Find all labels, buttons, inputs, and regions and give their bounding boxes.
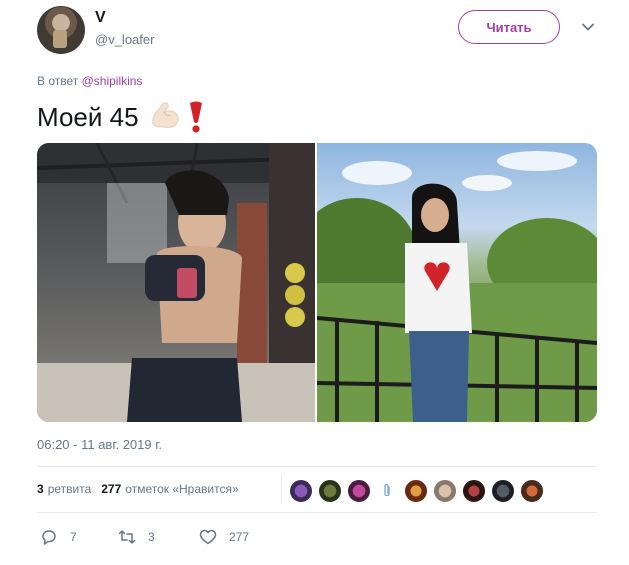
likes-stat-count: 277	[101, 482, 122, 496]
reply-count: 7	[70, 530, 77, 544]
retweets-stat-count: 3	[37, 482, 44, 496]
reply-mention-link[interactable]: @shipilkins	[82, 74, 143, 88]
liker-avatar[interactable]	[404, 479, 428, 503]
likes-stat[interactable]: 277 отметок «Нравится»	[101, 482, 238, 496]
liker-avatar[interactable]	[347, 479, 371, 503]
reply-action[interactable]: 7	[40, 528, 77, 546]
retweets-stat-label: ретвита	[47, 482, 92, 496]
engagement-stats: 3 ретвита 277 отметок «Нравится»	[37, 482, 249, 496]
gym-selfie-photo[interactable]	[37, 143, 315, 422]
reply-context: В ответ @shipilkins	[37, 74, 142, 88]
retweet-action[interactable]: 3	[118, 528, 155, 546]
liker-avatar[interactable]	[491, 479, 515, 503]
likes-stat-label: отметок «Нравится»	[125, 482, 239, 496]
flexed-biceps-icon	[151, 102, 179, 128]
heart-icon	[199, 529, 217, 545]
liker-avatar[interactable]	[462, 479, 486, 503]
liker-avatar[interactable]	[318, 479, 342, 503]
liker-avatar[interactable]	[289, 479, 313, 503]
divider-top	[37, 466, 597, 467]
reply-prefix: В ответ	[37, 74, 79, 88]
stats-separator	[281, 474, 282, 504]
paperclip-icon	[384, 483, 390, 497]
tweet-text: Моей 45	[37, 100, 205, 134]
like-action[interactable]: 277	[199, 528, 249, 546]
tweet-text-content: Моей 45	[37, 102, 139, 132]
liker-avatar[interactable]	[433, 479, 457, 503]
tweet-timestamp[interactable]: 06:20 - 11 авг. 2019 г.	[37, 437, 162, 452]
reply-icon	[42, 530, 56, 545]
like-count: 277	[229, 530, 250, 544]
follow-button[interactable]: Читать	[458, 10, 560, 44]
author-display-name[interactable]: V	[95, 9, 106, 27]
retweets-stat[interactable]: 3 ретвита	[37, 482, 91, 496]
liker-avatar[interactable]	[520, 479, 544, 503]
divider-bottom	[37, 512, 597, 513]
chevron-down-icon[interactable]	[581, 20, 595, 34]
retweet-icon	[118, 530, 136, 544]
retweet-count: 3	[148, 530, 155, 544]
park-railing-photo[interactable]	[317, 143, 597, 422]
author-avatar[interactable]	[37, 6, 85, 54]
exclamation-mark-icon	[189, 101, 202, 133]
tweet-media	[37, 143, 597, 422]
author-username[interactable]: @v_loafer	[95, 32, 154, 47]
